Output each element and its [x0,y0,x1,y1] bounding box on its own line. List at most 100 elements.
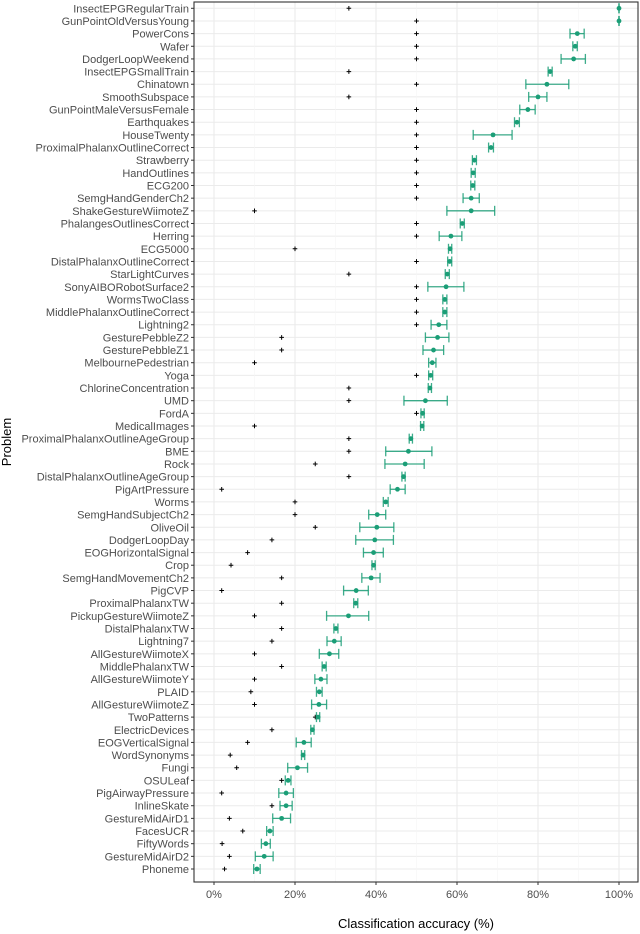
mean-point [514,119,520,125]
y-tick-label: SmoothSubspace [102,92,189,104]
y-tick-label: WordSynonyms [112,750,190,762]
mean-point [423,398,428,404]
y-tick-label: WormsTwoClass [107,294,190,306]
mean-point [459,221,465,226]
y-tick-label: ChlorineConcentration [80,383,189,395]
y-tick-label: InsectEPGRegularTrain [73,3,189,15]
mean-point [283,803,289,809]
chart: InsectEPGRegularTrainGunPointOldVersusYo… [0,1,639,931]
y-tick-label: MiddlePhalanxOutlineCorrect [46,307,189,319]
mean-point [447,259,453,264]
y-tick-label: PigArtPressure [115,484,189,496]
y-tick-label: Earthquakes [127,117,189,129]
y-tick-label: ProximalPhalanxOutlineAgeGroup [21,434,189,446]
y-tick-label: OSULeaf [144,775,190,787]
mean-point [316,702,322,707]
y-tick-label: GunPointOldVersusYoung [62,16,189,28]
x-tick-label: 40% [365,889,387,901]
y-tick-label: OliveOil [150,522,189,534]
mean-point [267,828,273,834]
y-tick-label: Chinatown [137,79,189,91]
mean-point [254,866,260,872]
mean-point [427,385,433,391]
y-tick-label: DistalPhalanxOutlineAgeGroup [37,472,189,484]
mean-point [395,486,400,492]
y-tick-label: ECG5000 [141,244,189,256]
y-tick-label: Lightning7 [138,636,189,648]
x-tick-label: 100% [605,889,633,901]
mean-point [435,334,440,340]
mean-point [353,600,359,606]
y-tick-label: Herring [153,231,189,243]
y-tick-label: FordA [159,408,190,420]
y-tick-label: TwoPatterns [128,712,190,724]
y-tick-label: SemgHandGenderCh2 [77,193,189,205]
y-tick-label: DodgerLoopDay [109,535,190,547]
y-tick-label: Wafer [160,41,189,53]
mean-point [616,18,622,24]
mean-point [295,765,300,771]
y-tick-label: Yoga [164,370,190,382]
mean-point [371,550,376,555]
mean-point [401,474,406,480]
mean-point [333,626,339,631]
mean-point [368,575,374,581]
mean-point [408,436,414,442]
y-tick-label: GesturePebbleZ2 [103,332,189,344]
y-tick-label: ProximalPhalanxOutlineCorrect [36,143,189,155]
mean-point [315,714,321,720]
y-tick-label: FacesUCR [135,826,189,838]
y-tick-label: SemgHandSubjectCh2 [77,510,189,522]
mean-point [402,461,408,467]
y-tick-label: Phoneme [142,864,189,876]
y-tick-label: MelbournePedestrian [84,358,189,370]
y-tick-label: PowerCons [132,29,189,41]
mean-point [331,638,337,644]
mean-point [572,43,578,49]
mean-point [300,752,306,758]
y-tick-label: EOGHorizontalSignal [84,548,189,560]
y-tick-label: GestureMidAirD1 [105,813,189,825]
mean-point [310,727,315,733]
y-tick-label: SonyAIBORobotSurface2 [64,282,189,294]
y-tick-label: InsectEPGSmallTrain [84,67,189,79]
mean-point [283,790,289,796]
mean-point [488,145,494,150]
y-tick-label: HandOutlines [122,168,189,180]
y-axis-title: Problem [0,418,14,466]
mean-point [547,69,553,74]
mean-point [261,853,267,859]
y-tick-label: Worms [154,497,189,509]
y-tick-label: AllGestureWiimoteY [91,674,190,686]
mean-point [525,107,531,112]
mean-point [419,423,425,429]
y-tick-label: DistalPhalanxTW [105,624,190,636]
y-tick-label: Fungi [161,763,189,775]
mean-point [353,588,359,593]
y-tick-label: HouseTwenty [122,130,189,142]
mean-point [371,562,376,568]
y-tick-label: Strawberry [136,155,190,167]
x-axis: 0% 20% 40% 60% 80% 100% [206,882,633,901]
mean-point [279,815,285,821]
y-tick-label: DistalPhalanxOutlineCorrect [51,256,189,268]
mean-point [406,448,411,454]
mean-point [444,271,450,277]
y-tick-label: PigAirwayPressure [96,788,189,800]
y-tick-label: FiftyWords [137,839,190,851]
x-tick-label: 0% [206,889,222,901]
y-tick-label: MedicalImages [115,421,189,433]
y-tick-label: GunPointMaleVersusFemale [49,105,189,117]
x-tick-label: 60% [446,889,468,901]
mean-point [544,81,550,87]
mean-point [285,777,291,783]
x-tick-label: 20% [284,889,306,901]
mean-point [318,676,324,682]
mean-point [346,613,351,619]
y-tick-label: GesturePebbleZ1 [103,345,189,357]
y-tick-label: UMD [164,396,189,408]
mean-point [490,132,496,138]
mean-point [574,31,580,37]
mean-point [263,841,269,847]
mean-point [442,297,448,302]
